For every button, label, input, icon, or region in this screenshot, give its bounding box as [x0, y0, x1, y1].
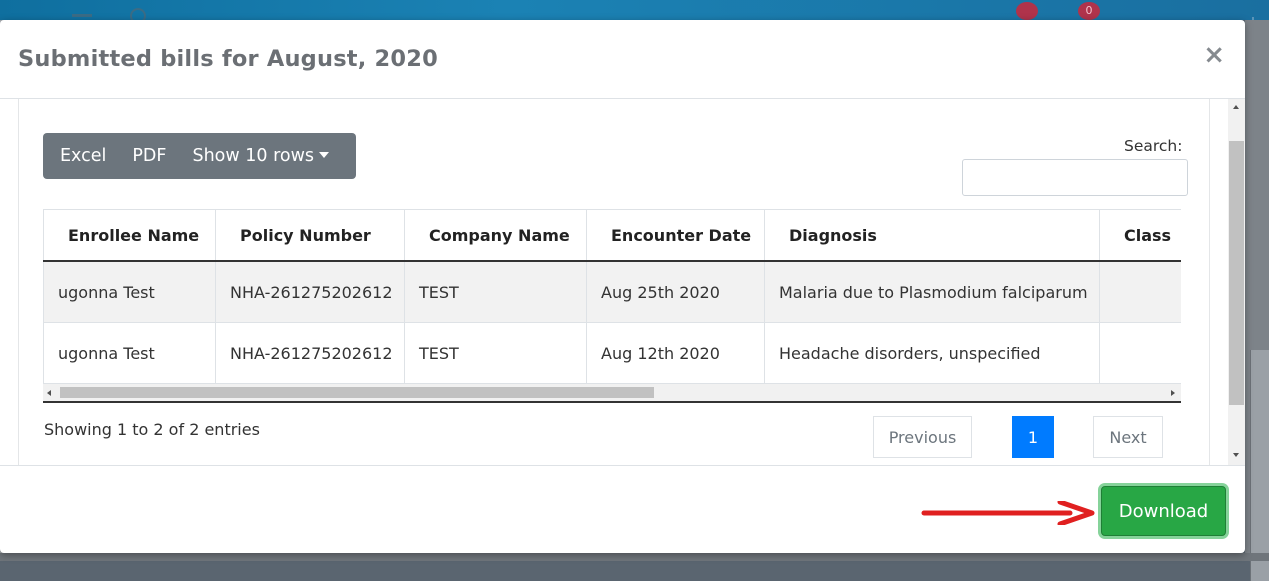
horizontal-scroll-thumb[interactable]	[60, 387, 654, 398]
scroll-right-icon[interactable]	[1171, 390, 1175, 396]
previous-page-button[interactable]: Previous	[873, 416, 972, 458]
download-button[interactable]: Download	[1101, 486, 1226, 536]
message-badge[interactable]: 0	[1078, 2, 1100, 20]
caret-down-icon	[319, 152, 330, 158]
cell-diagnosis: Headache disorders, unspecified	[764, 322, 1100, 384]
app-topbar: 0 der	[0, 0, 1269, 32]
show-rows-label: Show 10 rows	[192, 146, 315, 166]
cell-policy-number: NHA-261275202612	[215, 322, 405, 384]
table-info-text: Showing 1 to 2 of 2 entries	[44, 420, 260, 439]
search-label: Search:	[1124, 137, 1183, 155]
vertical-scroll-thumb[interactable]	[1229, 141, 1244, 405]
cell-encounter-date: Aug 25th 2020	[586, 260, 765, 323]
modal-title: Submitted bills for August, 2020	[18, 46, 438, 72]
menu-icon[interactable]	[72, 14, 92, 17]
cell-company-name: TEST	[404, 322, 587, 384]
background-right-edge	[1245, 20, 1269, 581]
cell-class	[1099, 322, 1181, 384]
page-1-button[interactable]: 1	[1012, 416, 1054, 458]
cell-encounter-date: Aug 12th 2020	[586, 322, 765, 384]
vertical-scrollbar[interactable]	[1228, 99, 1245, 465]
scroll-down-icon[interactable]	[1233, 453, 1239, 457]
modal-body: Excel PDF Show 10 rows Search: Enrollee …	[0, 99, 1245, 465]
table-row: ugonna Test NHA-261275202612 TEST Aug 12…	[43, 322, 1181, 384]
table-header-row: Enrollee Name Policy Number Company Name…	[43, 209, 1181, 262]
column-header-enrollee-name[interactable]: Enrollee Name	[43, 209, 216, 262]
next-page-button[interactable]: Next	[1093, 416, 1163, 458]
horizontal-scrollbar[interactable]	[43, 384, 1181, 403]
column-header-encounter-date[interactable]: Encounter Date	[586, 209, 765, 262]
scroll-left-icon[interactable]	[47, 390, 51, 396]
cell-diagnosis: Malaria due to Plasmodium falciparum	[764, 260, 1100, 323]
modal-footer: Download	[0, 465, 1245, 553]
show-rows-dropdown[interactable]: Show 10 rows	[179, 146, 342, 166]
background-bottom-edge	[0, 553, 1269, 561]
bills-table: Enrollee Name Policy Number Company Name…	[43, 209, 1181, 384]
bills-table-container: Enrollee Name Policy Number Company Name…	[43, 209, 1181, 400]
modal-header: Submitted bills for August, 2020 ×	[0, 20, 1245, 99]
pdf-button[interactable]: PDF	[119, 146, 179, 166]
cell-policy-number: NHA-261275202612	[215, 260, 405, 323]
cell-class	[1099, 260, 1181, 323]
search-input[interactable]	[962, 159, 1188, 196]
scroll-up-icon[interactable]	[1233, 105, 1239, 109]
excel-button[interactable]: Excel	[47, 146, 119, 166]
export-button-group: Excel PDF Show 10 rows	[43, 133, 357, 179]
column-header-class[interactable]: Class	[1099, 209, 1181, 262]
cell-company-name: TEST	[404, 260, 587, 323]
column-header-diagnosis[interactable]: Diagnosis	[764, 209, 1100, 262]
column-header-company-name[interactable]: Company Name	[404, 209, 587, 262]
column-header-policy-number[interactable]: Policy Number	[215, 209, 405, 262]
cell-enrollee-name: ugonna Test	[43, 322, 216, 384]
notification-icon[interactable]	[1016, 2, 1038, 20]
cell-enrollee-name: ugonna Test	[43, 260, 216, 323]
submitted-bills-modal: Submitted bills for August, 2020 × Excel…	[0, 20, 1245, 553]
close-icon[interactable]: ×	[1203, 42, 1225, 68]
table-row: ugonna Test NHA-261275202612 TEST Aug 25…	[43, 260, 1181, 323]
annotation-arrow-icon	[921, 501, 1095, 525]
